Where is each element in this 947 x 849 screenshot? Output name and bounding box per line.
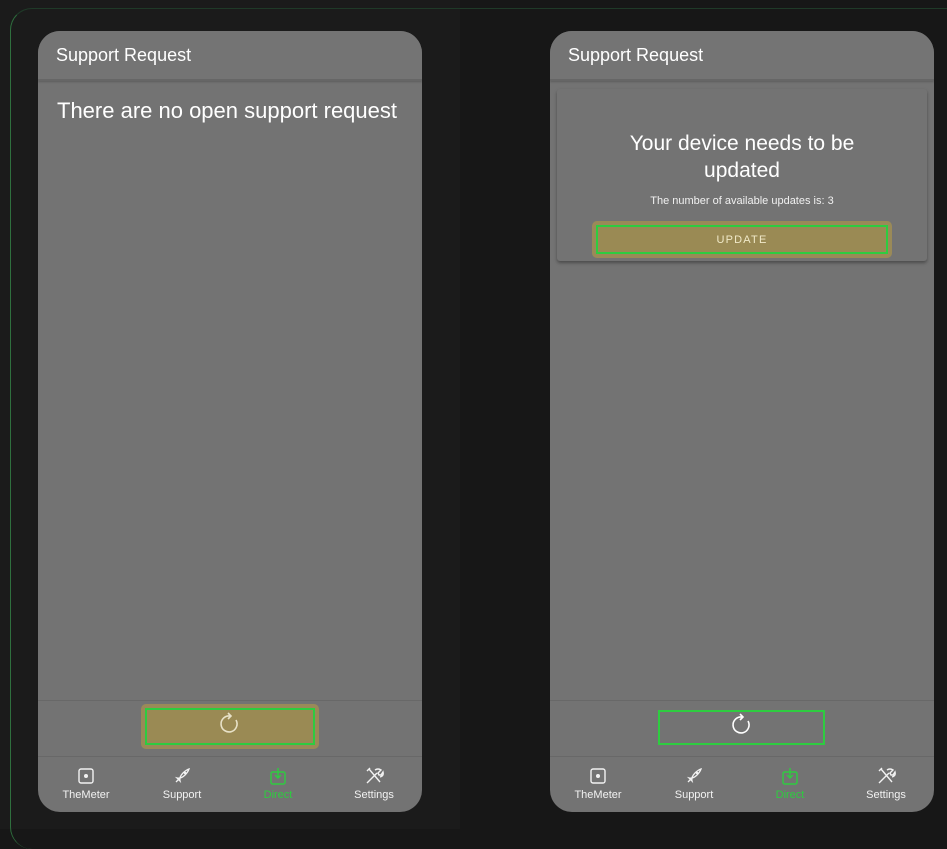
update-button[interactable]: UPDATE: [592, 221, 892, 258]
left-phone-screen: Support Request There are no open suppor…: [38, 31, 422, 812]
refresh-icon: [219, 712, 241, 741]
meter-icon: [590, 766, 606, 786]
nav-label: Support: [674, 789, 714, 801]
update-card-title: Your device needs to be updated: [629, 132, 855, 182]
tools-icon: [876, 766, 896, 786]
refresh-area: [550, 700, 934, 757]
update-count-text: The number of available updates is: 3: [650, 195, 834, 207]
nav-label: Settings: [866, 789, 906, 801]
tools-icon: [364, 766, 384, 786]
meter-icon: [78, 766, 94, 786]
nav-label: Settings: [354, 789, 394, 801]
rocket-icon: [685, 766, 703, 786]
app-title: Support Request: [568, 44, 704, 65]
rocket-icon: [173, 766, 191, 786]
refresh-icon: [731, 713, 753, 742]
app-bar: Support Request: [38, 31, 422, 81]
nav-label: TheMeter: [62, 789, 110, 801]
nav-label: Direct: [263, 789, 293, 801]
nav-item-direct[interactable]: Direct: [230, 757, 326, 812]
download-icon: [270, 766, 286, 786]
nav-label: TheMeter: [574, 789, 622, 801]
refresh-area: [38, 700, 422, 757]
nav-item-settings[interactable]: Settings: [326, 757, 422, 812]
right-phone-screen: Support Request Your device needs to be …: [550, 31, 934, 812]
app-title: Support Request: [56, 44, 192, 65]
bottom-navigation: TheMeter Support Direct Settings: [38, 756, 422, 812]
nav-label: Direct: [775, 789, 805, 801]
nav-item-support[interactable]: Support: [134, 757, 230, 812]
app-bar: Support Request: [550, 31, 934, 81]
nav-item-themeter[interactable]: TheMeter: [550, 757, 646, 812]
update-card: Your device needs to be updated The numb…: [557, 89, 927, 261]
refresh-button-inner[interactable]: [145, 708, 315, 745]
download-icon: [782, 766, 798, 786]
refresh-button[interactable]: [658, 710, 825, 745]
nav-label: Support: [162, 789, 202, 801]
bottom-navigation: TheMeter Support Direct Settings: [550, 756, 934, 812]
nav-item-support[interactable]: Support: [646, 757, 742, 812]
refresh-button[interactable]: [141, 704, 319, 749]
nav-item-themeter[interactable]: TheMeter: [38, 757, 134, 812]
update-button-label[interactable]: UPDATE: [596, 225, 888, 254]
empty-message: There are no open support request: [57, 98, 398, 123]
nav-item-settings[interactable]: Settings: [838, 757, 934, 812]
nav-item-direct[interactable]: Direct: [742, 757, 838, 812]
